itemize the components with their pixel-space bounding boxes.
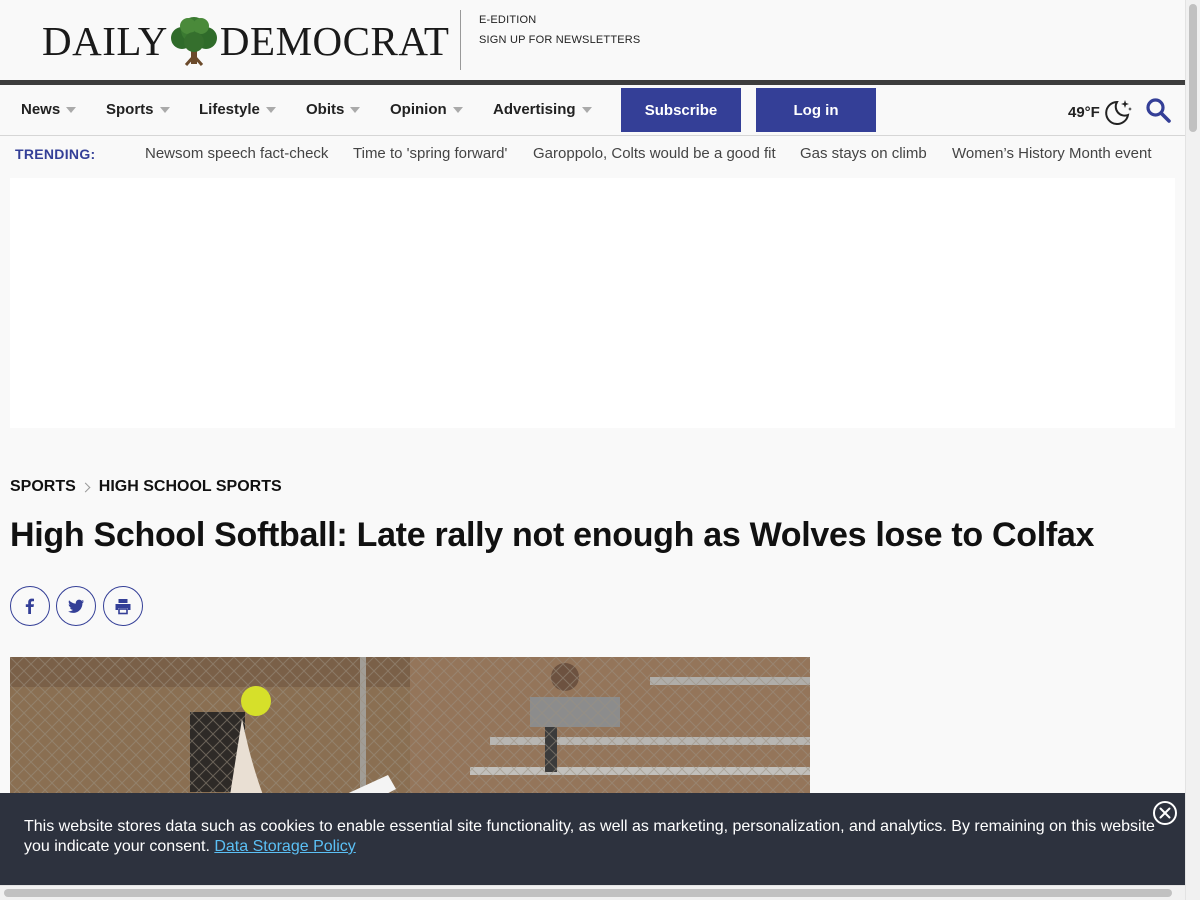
nav-item-label: Sports [106, 101, 154, 118]
data-storage-policy-link[interactable]: Data Storage Policy [214, 838, 355, 855]
trending-label: TRENDING: [15, 146, 96, 162]
horizontal-scrollbar-thumb[interactable] [4, 889, 1172, 897]
trending-link[interactable]: Gas stays on climb [800, 145, 927, 162]
trending-link[interactable]: Newsom speech fact-check [145, 145, 328, 162]
nav-item-news[interactable]: News [21, 101, 77, 118]
close-icon [1159, 807, 1171, 819]
trending-bar: TRENDING: Newsom speech fact-check Time … [0, 136, 1185, 170]
chevron-down-icon [350, 106, 361, 113]
print-button[interactable] [103, 586, 143, 626]
printer-icon [115, 599, 131, 615]
twitter-icon [68, 599, 84, 613]
chevron-down-icon [452, 106, 463, 113]
cookie-message: This website stores data such as cookies… [24, 817, 1164, 857]
breadcrumb: SPORTS HIGH SCHOOL SPORTS [10, 478, 282, 496]
e-edition-link[interactable]: E-EDITION [479, 14, 536, 26]
site-logo[interactable]: DAILY DEMOCRAT [42, 16, 449, 66]
chevron-down-icon [265, 106, 276, 113]
chevron-down-icon [159, 106, 170, 113]
nav-item-label: Lifestyle [199, 101, 260, 118]
logo-text-right: DEMOCRAT [219, 18, 450, 64]
weather-widget[interactable]: 49°F [1068, 97, 1133, 127]
nav-item-label: Advertising [493, 101, 576, 118]
close-cookie-banner-button[interactable] [1153, 801, 1177, 825]
moon-stars-icon [1105, 100, 1132, 125]
chevron-down-icon [581, 106, 592, 113]
ad-placeholder [10, 178, 1175, 428]
main-navigation: News Sports Lifestyle Obits Opinion Adve… [0, 80, 1185, 136]
facebook-icon [25, 598, 34, 614]
share-facebook-button[interactable] [10, 586, 50, 626]
nav-item-label: Obits [306, 101, 345, 118]
tree-logo-icon [170, 17, 217, 66]
login-button[interactable]: Log in [756, 88, 876, 132]
nav-item-label: News [21, 101, 61, 118]
cookie-text: This website stores data such as cookies… [24, 818, 1155, 855]
article-headline: High School Softball: Late rally not eno… [10, 516, 1095, 554]
vertical-scrollbar-thumb[interactable] [1189, 4, 1197, 132]
cookie-consent-banner: This website stores data such as cookies… [0, 793, 1185, 885]
breadcrumb-sports[interactable]: SPORTS [10, 478, 76, 496]
temperature: 49°F [1068, 103, 1100, 121]
breadcrumb-high-school-sports[interactable]: HIGH SCHOOL SPORTS [99, 478, 282, 496]
trending-link[interactable]: Women’s History Month event [952, 145, 1152, 162]
horizontal-scrollbar[interactable] [0, 885, 1185, 900]
nav-item-obits[interactable]: Obits [306, 101, 361, 118]
vertical-scrollbar[interactable] [1185, 0, 1200, 900]
newsletter-signup-link[interactable]: SIGN UP FOR NEWSLETTERS [479, 34, 640, 46]
chevron-down-icon [66, 106, 77, 113]
subscribe-button[interactable]: Subscribe [621, 88, 741, 132]
masthead-divider [460, 10, 461, 70]
nav-item-sports[interactable]: Sports [106, 101, 170, 118]
logo-text-left: DAILY [42, 18, 168, 64]
masthead: DAILY DEMOCRAT E-EDITION SIGN UP FOR NEW… [0, 0, 1185, 80]
trending-link[interactable]: Garoppolo, Colts would be a good fit [533, 145, 776, 162]
nav-item-opinion[interactable]: Opinion [390, 101, 463, 118]
share-twitter-button[interactable] [56, 586, 96, 626]
nav-item-lifestyle[interactable]: Lifestyle [199, 101, 276, 118]
trending-link[interactable]: Time to 'spring forward' [353, 145, 507, 162]
chevron-right-icon [80, 482, 91, 492]
nav-item-label: Opinion [390, 101, 447, 118]
nav-item-advertising[interactable]: Advertising [493, 101, 592, 118]
search-icon[interactable] [1145, 97, 1171, 123]
